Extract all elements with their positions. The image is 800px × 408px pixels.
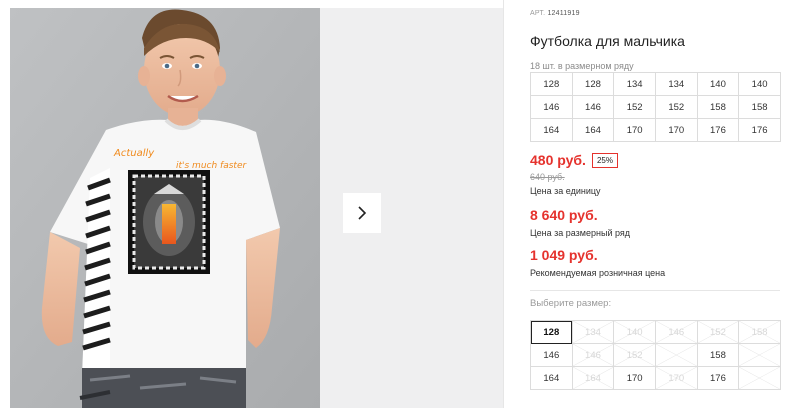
size-option	[738, 343, 781, 367]
size-picker-table: 128 134 140 146 152 158 146 146 152 158 164 164 170 1…	[530, 320, 781, 390]
size-picker-row: 146 146 152 158	[530, 343, 781, 367]
pack-size-cell: 152	[654, 95, 698, 119]
size-option-label: 146	[543, 349, 560, 361]
pack-size-cell: 170	[613, 118, 656, 142]
size-option: 152	[613, 343, 656, 367]
size-option-label: 152	[710, 326, 726, 338]
size-option[interactable]: 170	[613, 366, 656, 390]
retail-price: 1 049 руб.	[530, 247, 598, 263]
unit-price-row: 480 руб. 25%	[530, 152, 618, 168]
size-option: 158	[738, 320, 781, 344]
product-photo: Actually it's much faster	[10, 8, 320, 408]
product-title: Футболка для мальчика	[530, 33, 685, 49]
pack-size-cell: 128	[571, 72, 615, 96]
size-option-label: 164	[585, 372, 601, 384]
size-option-label: 170	[668, 372, 685, 384]
unavailable-cross-icon	[739, 344, 780, 366]
pack-note: 18 шт. в размерном ряду	[530, 61, 634, 71]
size-picker-row: 128 134 140 146 152 158	[530, 320, 781, 344]
pack-price-label: Цена за размерный ряд	[530, 228, 631, 238]
unavailable-cross-icon	[655, 344, 697, 366]
article-label: АРТ.	[530, 10, 546, 17]
size-option-label: 170	[626, 372, 643, 384]
pack-size-cell: 158	[696, 95, 740, 119]
pack-size-cell: 176	[696, 118, 740, 142]
old-price: 640 руб.	[530, 172, 565, 182]
svg-text:it's much faster: it's much faster	[176, 161, 247, 171]
size-option: 134	[571, 320, 615, 344]
pack-sizes-row: 128 128 134 134 140 140	[530, 72, 781, 96]
size-option-label: 158	[710, 349, 726, 361]
size-picker-label: Выберите размер:	[530, 298, 612, 309]
pack-size-cell: 134	[613, 72, 656, 96]
size-option	[654, 343, 698, 367]
size-option-label: 146	[585, 349, 601, 361]
size-option-label: 164	[543, 372, 560, 384]
size-option[interactable]: 176	[696, 366, 740, 390]
pack-size-cell: 164	[571, 118, 615, 142]
size-picker-row: 164 164 170 170 176	[530, 366, 781, 390]
section-divider	[530, 290, 780, 291]
retail-price-label: Рекомендуемая розничная цена	[530, 268, 666, 278]
pack-price: 8 640 руб.	[530, 207, 598, 223]
pack-size-cell: 158	[738, 95, 781, 119]
pack-size-cell: 146	[571, 95, 615, 119]
size-option-label: 146	[668, 326, 685, 338]
pack-sizes-row: 164 164 170 170 176 176	[530, 118, 781, 142]
size-option[interactable]: 158	[696, 343, 740, 367]
discount-badge: 25%	[591, 152, 618, 168]
size-option-label: 176	[710, 372, 726, 384]
unit-price: 480 руб.	[530, 152, 586, 168]
pack-size-cell: 176	[738, 118, 781, 142]
pack-size-cell: 140	[696, 72, 740, 96]
svg-text:Actually: Actually	[113, 148, 155, 159]
size-option: 146	[654, 320, 698, 344]
size-option-label: 140	[626, 326, 643, 338]
chevron-right-icon	[358, 206, 367, 220]
product-gallery: Actually it's much faster	[0, 0, 505, 408]
pack-size-cell: 134	[654, 72, 698, 96]
article-number: АРТ. 12411919	[530, 10, 580, 17]
pack-sizes-row: 146 146 152 152 158 158	[530, 95, 781, 119]
pack-size-cell: 170	[654, 118, 698, 142]
pack-size-cell: 146	[530, 95, 573, 119]
article-code: 12411919	[547, 10, 580, 17]
pack-size-cell: 128	[530, 72, 573, 96]
size-option-label: 152	[626, 349, 643, 361]
size-option: 146	[571, 343, 615, 367]
pack-sizes-table: 128 128 134 134 140 140 146 146 152 152 158 158 164 1…	[530, 72, 781, 142]
size-option[interactable]: 146	[530, 343, 573, 367]
size-option: 164	[571, 366, 615, 390]
pack-size-cell: 140	[738, 72, 781, 96]
size-option[interactable]: 164	[530, 366, 573, 390]
size-option-label: 134	[585, 326, 601, 338]
size-option: 152	[696, 320, 740, 344]
unavailable-cross-icon	[739, 367, 780, 389]
next-image-button[interactable]	[343, 193, 381, 233]
unit-price-label: Цена за единицу	[530, 186, 601, 196]
size-option-label: 158	[751, 326, 768, 338]
size-option-label: 128	[543, 326, 560, 338]
size-option: 170	[654, 366, 698, 390]
size-option[interactable]: 128	[530, 320, 573, 344]
size-option: 140	[613, 320, 656, 344]
pack-size-cell: 152	[613, 95, 656, 119]
boy-in-tshirt-illustration: Actually it's much faster	[10, 8, 320, 408]
gallery-divider	[503, 0, 504, 408]
size-option	[738, 366, 781, 390]
pack-size-cell: 164	[530, 118, 573, 142]
